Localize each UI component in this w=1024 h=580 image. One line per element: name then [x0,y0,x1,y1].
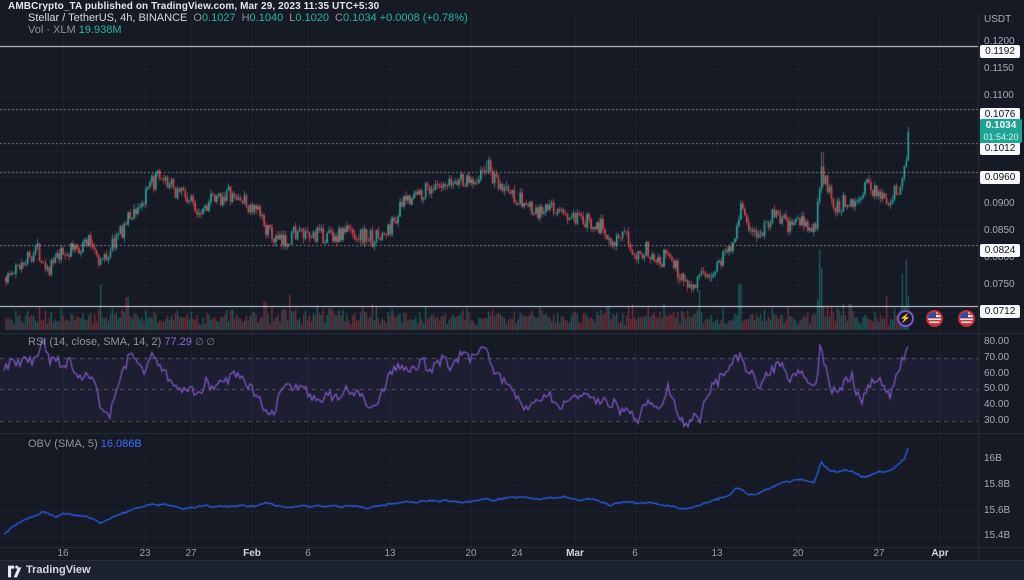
obv-tick: 16B [984,453,1002,464]
time-tick: Mar [566,548,584,559]
obv-legend[interactable]: OBV (SMA, 5) 16.086B [28,438,142,450]
time-tick: 24 [511,548,523,559]
us-flag-event-icon[interactable] [926,310,943,327]
price-tick: 0.0850 [984,225,1015,236]
rsi-legend[interactable]: RSI (14, close, SMA, 14, 2) 77.29 ∅ ∅ [28,336,215,348]
obv-label: OBV (SMA, 5) [28,438,98,450]
rsi-tick: 70.00 [984,352,1010,363]
rsi-tick: 60.00 [984,368,1010,379]
time-tick: 23 [139,548,151,559]
ohlc-value: 0.1034 [342,12,377,24]
ohlc-value: 0.1040 [249,12,284,24]
symbol-legend[interactable]: Stellar / TetherUS, 4h, BINANCE O0.1027 H0… [28,12,468,24]
volume-value: 19.938M [78,24,122,36]
time-tick: 16 [57,548,69,559]
rsi-tick: 50.00 [984,383,1010,394]
obv-tick: 15.6B [984,505,1011,516]
time-tick: 27 [873,548,885,559]
chart-canvas[interactable] [0,0,1024,580]
price-scale[interactable]: USDT 0.1034 01:54:20 0.1200 0.1150 0.1100 0… [978,13,1024,560]
tradingview-logo-icon[interactable] [8,565,23,578]
price-level-label: 0.1192 [980,45,1020,58]
published-byline: AMBCrypto_TA published on TradingView.co… [8,1,380,12]
time-tick: 27 [185,548,197,559]
time-tick: 6 [632,548,638,559]
symbol-title[interactable]: Stellar / TetherUS, 4h, BINANCE [28,12,187,24]
volume-label: Vol · XLM [28,24,76,36]
volume-legend[interactable]: Vol · XLM 19.938M [28,24,122,36]
price-level-label: 0.0960 [980,171,1020,184]
tradingview-chart-window: AMBCrypto_TA published on TradingView.co… [0,0,1024,580]
rsi-tick: 80.00 [984,336,1010,347]
obv-value: 16.086B [100,438,142,450]
ohlc-key: H [241,12,250,24]
ohlc-key: C [334,12,343,24]
obv-tick: 15.4B [984,530,1011,541]
rsi-tick: 40.00 [984,399,1010,410]
price-tick: 0.1150 [984,63,1014,74]
last-price-label: 0.1034 01:54:20 [980,119,1022,143]
obv-tick: 15.8B [984,479,1011,490]
rsi-label: RSI (14, close, SMA, 14, 2) [28,336,162,348]
price-tick: 0.0750 [984,279,1015,290]
last-price-value: 0.1034 [985,120,1017,131]
time-tick: Feb [243,548,261,559]
ohlc-key: O [193,12,202,24]
change-value: +0.0008 (+0.78%) [379,12,468,24]
ohlc-value: 0.1027 [201,12,236,24]
time-tick: 13 [711,548,723,559]
quote-currency-label: USDT [984,14,1012,25]
rsi-tick: 30.00 [984,415,1010,426]
time-scale[interactable]: 16 23 27 Feb 6 13 20 24 Mar 6 13 20 27 Apr [0,547,978,560]
rsi-value: 77.29 [164,336,192,348]
lightning-event-icon[interactable]: ⚡ [897,310,914,327]
us-flag-event-icon[interactable] [958,310,975,327]
price-tick: 0.1100 [984,90,1014,101]
rsi-hidden-values: ∅ ∅ [194,337,216,348]
ohlc-value: 0.1020 [295,12,329,24]
time-tick: 13 [384,548,396,559]
price-level-label: 0.0824 [980,244,1020,257]
time-tick: 20 [465,548,477,559]
time-tick: 20 [792,548,804,559]
time-tick: Apr [931,548,949,559]
price-level-label: 0.1012 [980,142,1020,155]
time-tick: 6 [305,548,311,559]
price-level-label: 0.0712 [980,305,1020,318]
price-tick: 0.0900 [984,198,1015,209]
ohlc-values: O0.1027 H0.1040 L0.1020 C0.1034 [187,12,376,24]
candle-countdown: 01:54:20 [983,132,1019,142]
tradingview-brand[interactable]: TradingView [26,564,91,576]
bottom-toolbar: TradingView [0,560,1024,580]
